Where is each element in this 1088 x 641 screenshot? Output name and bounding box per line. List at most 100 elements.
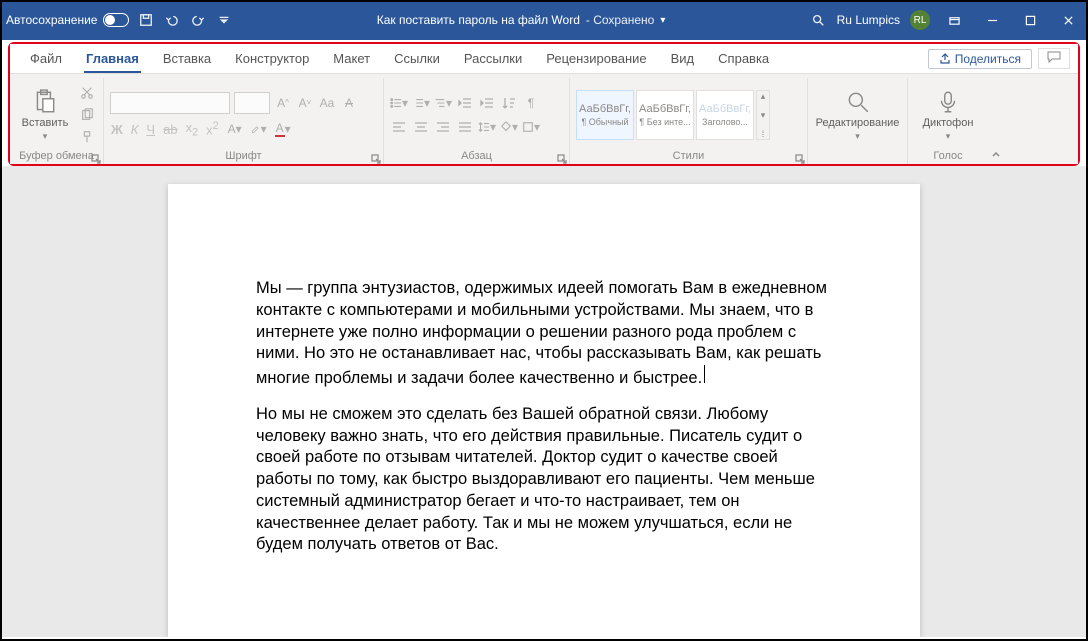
ribbon-display-icon[interactable] bbox=[940, 6, 968, 34]
borders-icon[interactable]: ▾ bbox=[522, 118, 540, 136]
dialog-launcher-icon[interactable] bbox=[795, 151, 805, 161]
ribbon-body: Вставить ▾ Буфер обмена A^ bbox=[10, 74, 1078, 164]
group-styles: АаБбВвГг, ¶ Обычный АаБбВвГг, ¶ Без инте… bbox=[570, 78, 808, 164]
subscript-button[interactable]: x2 bbox=[185, 120, 200, 139]
change-case-icon[interactable]: Aa bbox=[318, 94, 336, 112]
style-nospacing[interactable]: АаБбВвГг, ¶ Без инте... bbox=[636, 90, 694, 140]
shrink-font-icon[interactable]: A˅ bbox=[296, 94, 314, 112]
group-label: Голос bbox=[914, 150, 982, 164]
style-heading1[interactable]: АаБбВвГг, Заголово... bbox=[696, 90, 754, 140]
font-size-combo[interactable] bbox=[234, 92, 270, 114]
collapse-ribbon-icon[interactable] bbox=[988, 150, 1004, 164]
editing-button[interactable]: Редактирование ▾ bbox=[829, 80, 887, 150]
group-label: Стили bbox=[576, 150, 801, 164]
maximize-icon[interactable] bbox=[1016, 6, 1044, 34]
tab-review[interactable]: Рецензирование bbox=[534, 44, 658, 73]
group-label: Абзац bbox=[390, 150, 563, 164]
align-right-icon[interactable] bbox=[434, 118, 452, 136]
chevron-down-icon: ▾ bbox=[946, 131, 951, 142]
numbering-icon[interactable]: ▾ bbox=[412, 94, 430, 112]
group-clipboard: Вставить ▾ Буфер обмена bbox=[10, 78, 104, 164]
dialog-launcher-icon[interactable] bbox=[557, 151, 567, 161]
autosave-toggle[interactable]: Автосохранение bbox=[6, 13, 129, 27]
toggle-off-icon bbox=[103, 13, 129, 27]
tab-home[interactable]: Главная bbox=[74, 44, 151, 73]
tab-mailings[interactable]: Рассылки bbox=[452, 44, 534, 73]
group-font: A^ A˅ Aa A Ж К Ч ab x2 x2 A▾ ▾ A▾ bbox=[104, 78, 384, 164]
microphone-icon bbox=[935, 89, 961, 115]
cut-icon[interactable] bbox=[78, 84, 96, 102]
document-area[interactable]: Мы — группа энтузиастов, одержимых идеей… bbox=[0, 166, 1088, 637]
tab-insert[interactable]: Вставка bbox=[151, 44, 223, 73]
group-label: Буфер обмена bbox=[16, 150, 97, 164]
clear-format-icon[interactable]: A bbox=[340, 94, 358, 112]
group-paragraph: ▾ ▾ ▾ ¶ ▾ ▾ ▾ bbox=[384, 78, 570, 164]
align-left-icon[interactable] bbox=[390, 118, 408, 136]
pilcrow-icon[interactable]: ¶ bbox=[522, 94, 540, 112]
decrease-indent-icon[interactable] bbox=[456, 94, 474, 112]
copy-icon[interactable] bbox=[78, 106, 96, 124]
grow-font-icon[interactable]: A^ bbox=[274, 94, 292, 112]
italic-button[interactable]: К bbox=[130, 122, 140, 137]
save-icon[interactable] bbox=[137, 11, 155, 29]
styles-gallery-more[interactable]: ▴▾⁞ bbox=[756, 90, 770, 140]
dialog-launcher-icon[interactable] bbox=[91, 151, 101, 161]
text-cursor bbox=[704, 365, 705, 383]
tab-references[interactable]: Ссылки bbox=[382, 44, 452, 73]
style-normal[interactable]: АаБбВвГг, ¶ Обычный bbox=[576, 90, 634, 140]
title-bar: Автосохранение Как поставить пароль на ф… bbox=[0, 0, 1088, 40]
superscript-button[interactable]: x2 bbox=[205, 120, 220, 137]
ribbon-highlight: Файл Главная Вставка Конструктор Макет С… bbox=[8, 42, 1080, 166]
justify-icon[interactable] bbox=[456, 118, 474, 136]
search-icon[interactable] bbox=[809, 11, 827, 29]
username[interactable]: Ru Lumpics bbox=[837, 13, 900, 27]
minimize-icon[interactable] bbox=[978, 6, 1006, 34]
group-voice: Диктофон ▾ Голос bbox=[908, 78, 988, 164]
tab-view[interactable]: Вид bbox=[659, 44, 707, 73]
highlight-icon[interactable]: ▾ bbox=[250, 120, 268, 138]
document-title: Как поставить пароль на файл Word bbox=[377, 13, 580, 27]
paste-button[interactable]: Вставить ▾ bbox=[16, 80, 74, 150]
comment-icon bbox=[1047, 51, 1061, 63]
qat-customize-icon[interactable] bbox=[215, 11, 233, 29]
shading-icon[interactable]: ▾ bbox=[500, 118, 518, 136]
bullets-icon[interactable]: ▾ bbox=[390, 94, 408, 112]
font-color-icon[interactable]: A▾ bbox=[274, 120, 292, 138]
share-button[interactable]: Поделиться bbox=[928, 49, 1032, 69]
tab-file[interactable]: Файл bbox=[18, 44, 74, 73]
group-label: Шрифт bbox=[110, 150, 377, 164]
page[interactable]: Мы — группа энтузиастов, одержимых идеей… bbox=[168, 184, 920, 637]
multilevel-icon[interactable]: ▾ bbox=[434, 94, 452, 112]
dialog-launcher-icon[interactable] bbox=[371, 151, 381, 161]
chevron-down-icon: ▾ bbox=[43, 131, 48, 142]
increase-indent-icon[interactable] bbox=[478, 94, 496, 112]
group-editing: Редактирование ▾ bbox=[808, 78, 908, 164]
redo-icon[interactable] bbox=[189, 11, 207, 29]
dictate-button[interactable]: Диктофон ▾ bbox=[919, 80, 977, 150]
line-spacing-icon[interactable]: ▾ bbox=[478, 118, 496, 136]
close-icon[interactable] bbox=[1054, 6, 1082, 34]
bold-button[interactable]: Ж bbox=[110, 122, 124, 137]
chevron-down-icon[interactable]: ▾ bbox=[660, 15, 665, 26]
underline-button[interactable]: Ч bbox=[145, 122, 156, 137]
undo-icon[interactable] bbox=[163, 11, 181, 29]
text-effects-icon[interactable]: A▾ bbox=[226, 120, 244, 138]
comments-button[interactable] bbox=[1038, 48, 1070, 69]
format-painter-icon[interactable] bbox=[78, 128, 96, 146]
paragraph-text: Но мы не сможем это сделать без Вашей об… bbox=[256, 404, 832, 556]
paragraph-text: Мы — группа энтузиастов, одержимых идеей… bbox=[256, 279, 827, 387]
avatar[interactable]: RL bbox=[910, 10, 930, 30]
strike-button[interactable]: ab bbox=[162, 122, 178, 137]
sort-icon[interactable] bbox=[500, 94, 518, 112]
search-icon bbox=[845, 89, 871, 115]
share-icon bbox=[939, 53, 951, 65]
tab-design[interactable]: Конструктор bbox=[223, 44, 321, 73]
autosave-label: Автосохранение bbox=[6, 13, 97, 27]
font-name-combo[interactable] bbox=[110, 92, 230, 114]
tab-layout[interactable]: Макет bbox=[321, 44, 382, 73]
chevron-down-icon: ▾ bbox=[855, 131, 860, 142]
ribbon-tabs: Файл Главная Вставка Конструктор Макет С… bbox=[10, 44, 1078, 74]
align-center-icon[interactable] bbox=[412, 118, 430, 136]
tab-help[interactable]: Справка bbox=[706, 44, 781, 73]
save-state: - Сохранено bbox=[586, 13, 654, 27]
